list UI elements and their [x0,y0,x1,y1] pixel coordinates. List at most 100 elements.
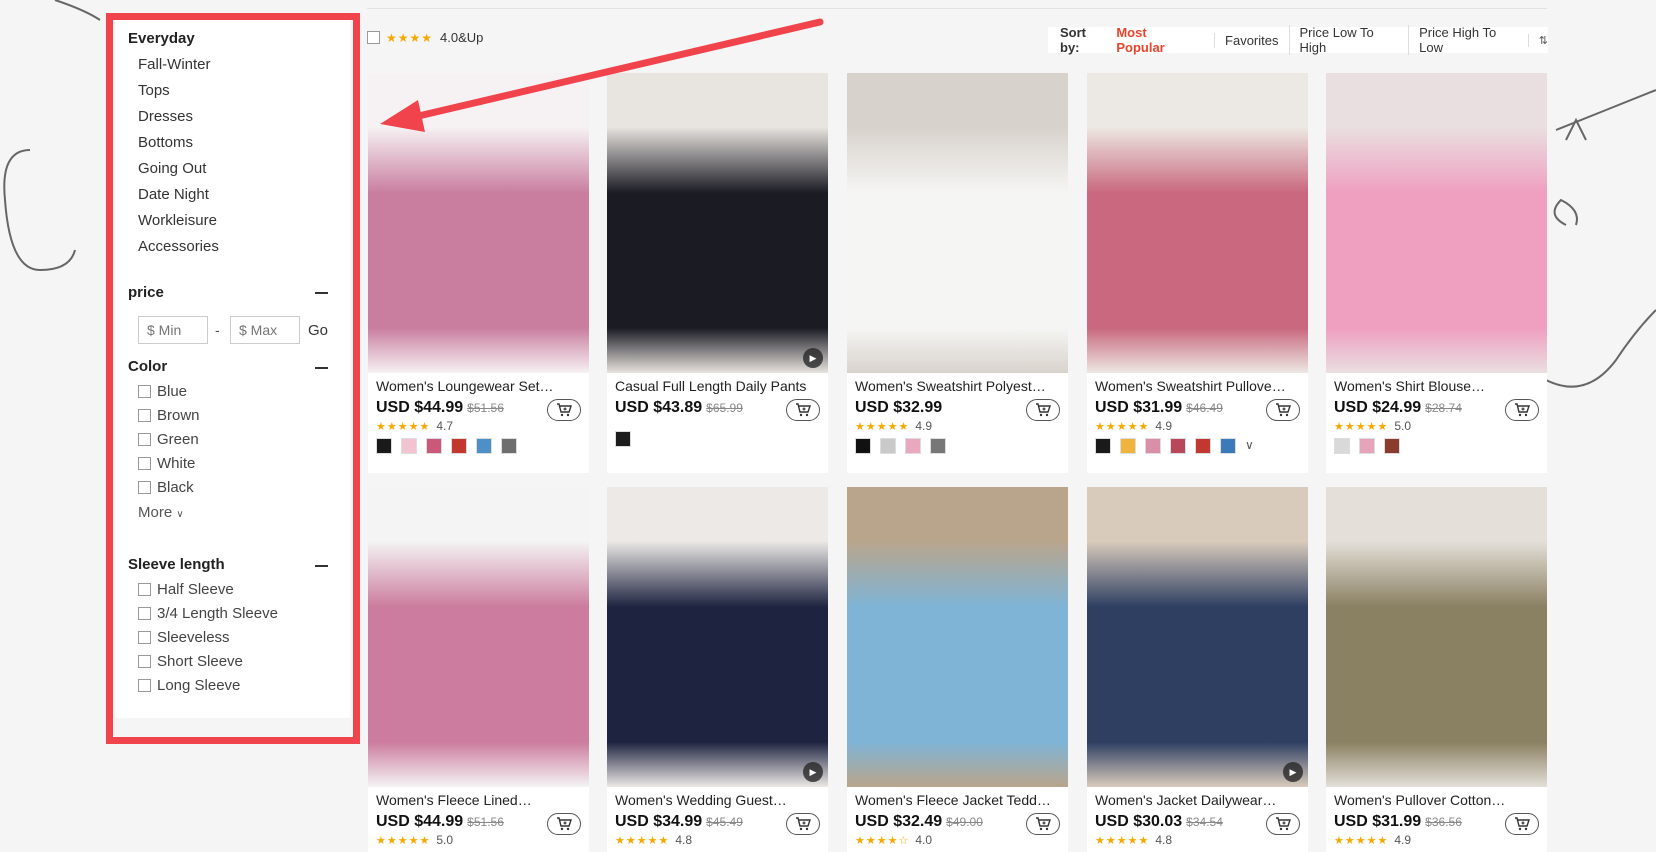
product-card[interactable]: Women's Loungewear Set… USD $44.99 $51.56 ★… [368,73,589,473]
product-image[interactable] [368,73,589,373]
product-title[interactable]: Casual Full Length Daily Pants [615,378,815,394]
product-card[interactable]: Women's Fleece Jacket Tedd… USD $32.49 $49… [847,487,1068,852]
sort-price-high-low[interactable]: Price High To Low [1408,25,1528,55]
color-option-blue[interactable]: Blue [138,383,187,400]
product-title[interactable]: Women's Sweatshirt Polyest… [855,378,1055,394]
color-swatch[interactable] [615,431,631,447]
color-swatch[interactable] [476,438,492,454]
add-to-cart-button[interactable] [1505,813,1539,835]
price-min-input[interactable] [138,316,208,344]
product-title[interactable]: Women's Fleece Jacket Tedd… [855,792,1055,808]
product-image[interactable]: ▶ [1087,487,1308,787]
color-swatch[interactable] [451,438,467,454]
price-collapse-button[interactable] [315,292,328,294]
product-card[interactable]: ▶ Women's Wedding Guest… USD $34.99 $45.49 ★… [607,487,828,852]
rating-filter[interactable]: ★★★★ 4.0&Up [367,30,483,45]
color-collapse-button[interactable] [315,367,328,369]
add-to-cart-button[interactable] [1026,399,1060,421]
add-to-cart-button[interactable] [1026,813,1060,835]
product-card[interactable]: Women's Shirt Blouse… USD $24.99 $28.74 ★★★… [1326,73,1547,473]
color-swatch[interactable] [1220,438,1236,454]
product-title[interactable]: Women's Wedding Guest… [615,792,815,808]
category-accessories[interactable]: Accessories [138,238,219,255]
sort-arrows-icon[interactable]: ⇅ [1527,33,1548,47]
price-go-button[interactable]: Go [308,322,328,339]
color-swatch[interactable] [930,438,946,454]
product-image[interactable]: ▶ [607,73,828,373]
sort-most-popular[interactable]: Most Popular [1116,25,1204,55]
product-title[interactable]: Women's Loungewear Set… [376,378,576,394]
color-swatch[interactable] [376,438,392,454]
color-swatch[interactable] [1145,438,1161,454]
play-icon[interactable]: ▶ [803,348,823,368]
category-bottoms[interactable]: Bottoms [138,134,193,151]
category-fall-winter[interactable]: Fall-Winter [138,56,211,73]
play-icon[interactable]: ▶ [803,762,823,782]
product-card[interactable]: Women's Fleece Lined… USD $44.99 $51.56 ★★★… [368,487,589,852]
product-title[interactable]: Women's Shirt Blouse… [1334,378,1534,394]
add-to-cart-button[interactable] [786,399,820,421]
checkbox[interactable] [138,583,151,596]
product-title[interactable]: Women's Jacket Dailywear… [1095,792,1295,808]
product-card[interactable]: ▶ Casual Full Length Daily Pants USD $43.8… [607,73,828,473]
color-swatch[interactable] [1095,438,1111,454]
color-swatch[interactable] [426,438,442,454]
color-more-link[interactable]: More ∨ [138,504,184,521]
color-swatch[interactable] [1195,438,1211,454]
category-going-out[interactable]: Going Out [138,160,206,177]
play-icon[interactable]: ▶ [1283,762,1303,782]
sleeve-option-short[interactable]: Short Sleeve [138,653,243,670]
checkbox[interactable] [138,385,151,398]
checkbox[interactable] [138,409,151,422]
product-image[interactable] [1326,73,1547,373]
color-option-brown[interactable]: Brown [138,407,200,424]
checkbox[interactable] [138,457,151,470]
product-card[interactable]: ▶ Women's Jacket Dailywear… USD $30.03 $34.… [1087,487,1308,852]
sleeve-option-three-quarter[interactable]: 3/4 Length Sleeve [138,605,278,622]
color-swatch[interactable] [1120,438,1136,454]
color-swatch[interactable] [1170,438,1186,454]
add-to-cart-button[interactable] [1266,813,1300,835]
color-swatch[interactable] [1334,438,1350,454]
product-title[interactable]: Women's Pullover Cotton… [1334,792,1534,808]
color-option-black[interactable]: Black [138,479,194,496]
checkbox[interactable] [138,433,151,446]
sleeve-option-sleeveless[interactable]: Sleeveless [138,629,230,646]
checkbox[interactable] [138,631,151,644]
sleeve-option-long[interactable]: Long Sleeve [138,677,240,694]
color-option-green[interactable]: Green [138,431,199,448]
color-swatch[interactable] [880,438,896,454]
checkbox[interactable] [138,679,151,692]
product-card[interactable]: Women's Sweatshirt Polyest… USD $32.99 ★★★… [847,73,1068,473]
product-image[interactable] [847,487,1068,787]
color-swatch[interactable] [855,438,871,454]
product-title[interactable]: Women's Fleece Lined… [376,792,576,808]
add-to-cart-button[interactable] [786,813,820,835]
sort-favorites[interactable]: Favorites [1214,32,1288,48]
checkbox[interactable] [138,481,151,494]
product-card[interactable]: Women's Pullover Cotton… USD $31.99 $36.56… [1326,487,1547,852]
color-swatch[interactable] [401,438,417,454]
checkbox[interactable] [138,607,151,620]
sleeve-collapse-button[interactable] [315,565,328,567]
add-to-cart-button[interactable] [547,399,581,421]
color-swatch[interactable] [1359,438,1375,454]
checkbox[interactable] [138,655,151,668]
category-date-night[interactable]: Date Night [138,186,209,203]
category-dresses[interactable]: Dresses [138,108,193,125]
sleeve-option-half[interactable]: Half Sleeve [138,581,234,598]
product-image[interactable] [1087,73,1308,373]
sort-price-low-high[interactable]: Price Low To High [1288,25,1409,55]
category-tops[interactable]: Tops [138,82,170,99]
color-swatch[interactable] [501,438,517,454]
product-image[interactable]: ▶ [607,487,828,787]
chevron-down-icon[interactable]: ∨ [1245,438,1254,454]
add-to-cart-button[interactable] [1505,399,1539,421]
category-workleisure[interactable]: Workleisure [138,212,217,229]
color-option-white[interactable]: White [138,455,195,472]
product-image[interactable] [1326,487,1547,787]
product-image[interactable] [368,487,589,787]
product-image[interactable] [847,73,1068,373]
add-to-cart-button[interactable] [1266,399,1300,421]
color-swatch[interactable] [1384,438,1400,454]
